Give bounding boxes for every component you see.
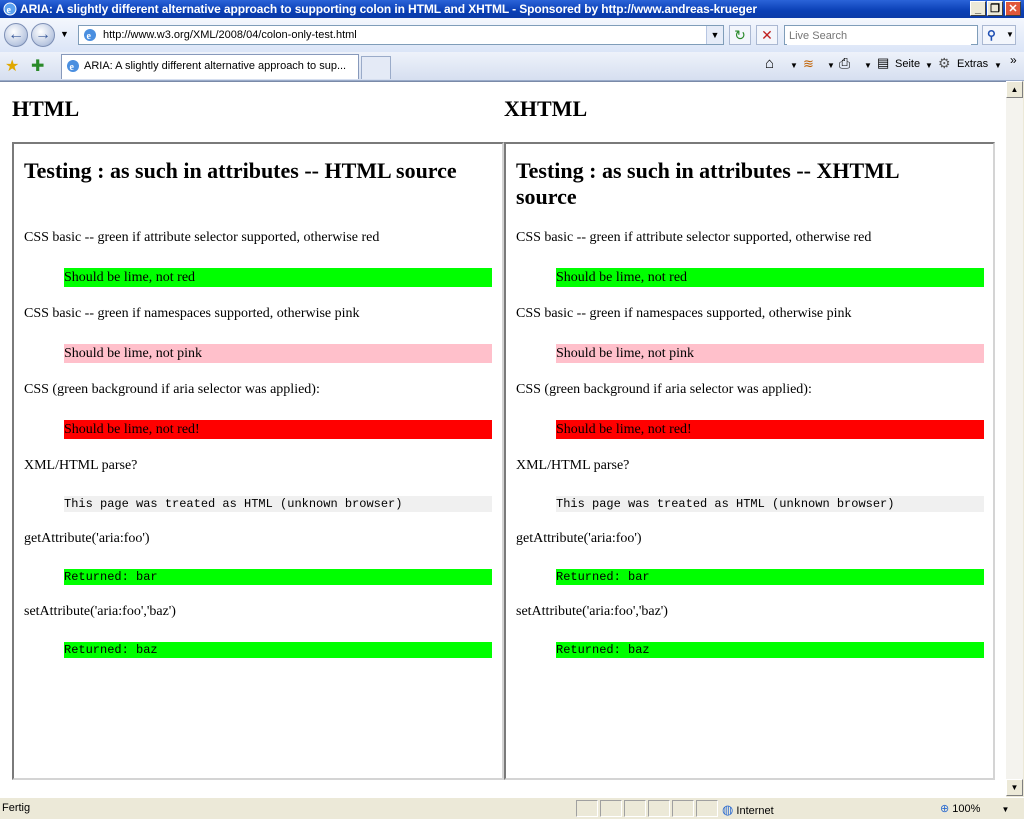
svg-text:e: e (7, 5, 12, 16)
test-result: Should be lime, not red! (64, 420, 492, 439)
test-label: CSS basic -- green if attribute selector… (24, 230, 380, 245)
favorites-star-icon[interactable]: ★ (5, 56, 19, 76)
test-label: XML/HTML parse? (24, 458, 138, 473)
stop-button[interactable]: ✕ (756, 25, 778, 45)
page-menu-dropdown-icon[interactable]: ▼ (925, 61, 933, 70)
page-menu-icon: ▤ (877, 55, 890, 70)
frame-title: Testing : as such in attributes -- HTML … (24, 158, 457, 183)
test-label: CSS (green background if aria selector w… (516, 382, 812, 397)
test-result: This page was treated as HTML (unknown b… (64, 496, 492, 512)
zoom-icon: ⊕ (940, 803, 950, 815)
navigation-bar: ← → ▼ e http://www.w3.org/XML/2008/04/co… (0, 18, 1024, 53)
test-result: Should be lime, not red (556, 268, 984, 287)
status-bar: Fertig ◍ Internet ⊕ 100% ▼ (0, 797, 1024, 819)
test-result: Returned: bar (556, 569, 984, 585)
test-result: Returned: baz (64, 642, 492, 658)
svg-text:e: e (70, 62, 75, 73)
tab-active[interactable]: e ARIA: A slightly different alternative… (61, 54, 359, 79)
url-text[interactable]: http://www.w3.org/XML/2008/04/colon-only… (103, 29, 357, 41)
test-label: CSS basic -- green if namespaces support… (24, 306, 360, 321)
frame-title: Testing : as such in attributes -- XHTML… (516, 158, 899, 209)
test-label: getAttribute('aria:foo') (24, 531, 150, 546)
status-panel (672, 800, 694, 817)
search-box[interactable] (784, 25, 978, 45)
window-titlebar: e ARIA: A slightly different alternative… (0, 0, 1024, 18)
tab-title: ARIA: A slightly different alternative a… (84, 60, 347, 72)
test-result: Should be lime, not pink (64, 344, 492, 363)
feeds-icon[interactable]: ≋ (803, 56, 814, 72)
tab-page-icon: e (67, 60, 79, 73)
status-panel (624, 800, 646, 817)
status-panel (696, 800, 718, 817)
status-panel (576, 800, 598, 817)
tools-menu-button[interactable]: Extras (957, 58, 988, 70)
test-result: Should be lime, not red! (556, 420, 984, 439)
xhtml-source-frame: Testing : as such in attributes -- XHTML… (504, 142, 995, 780)
test-label: CSS basic -- green if attribute selector… (516, 230, 872, 245)
test-label: XML/HTML parse? (516, 458, 630, 473)
tools-dropdown-icon[interactable]: ▼ (994, 61, 1002, 70)
address-dropdown-icon[interactable]: ▼ (706, 26, 723, 44)
print-dropdown-icon[interactable]: ▼ (864, 61, 872, 70)
zoom-level: 100% (952, 803, 981, 815)
forward-button[interactable]: → (31, 23, 55, 47)
close-window-button[interactable]: ✕ (1005, 1, 1021, 16)
security-zone[interactable]: ◍ Internet (722, 802, 774, 818)
refresh-button[interactable]: ↻ (729, 25, 751, 45)
test-label: getAttribute('aria:foo') (516, 531, 642, 546)
scroll-down-icon[interactable]: ▼ (1006, 779, 1023, 796)
history-dropdown-icon[interactable]: ▼ (60, 29, 69, 39)
test-label: setAttribute('aria:foo','baz') (24, 604, 176, 619)
scroll-up-icon[interactable]: ▲ (1006, 81, 1023, 98)
status-panel (648, 800, 670, 817)
html-heading: HTML (12, 96, 80, 121)
test-label: CSS basic -- green if namespaces support… (516, 306, 852, 321)
zone-label: Internet (736, 805, 774, 817)
restore-button[interactable]: ❐ (987, 1, 1003, 16)
search-dropdown-icon[interactable]: ▼ (1006, 26, 1014, 44)
test-result: Should be lime, not pink (556, 344, 984, 363)
test-result: Returned: bar (64, 569, 492, 585)
status-panel (600, 800, 622, 817)
search-button[interactable]: ⚲ ▼ (982, 25, 1016, 45)
zoom-dropdown-icon[interactable]: ▼ (1001, 805, 1009, 814)
more-commands-button[interactable]: » (1010, 53, 1017, 67)
search-input[interactable] (787, 27, 971, 45)
home-dropdown-icon[interactable]: ▼ (790, 61, 798, 70)
add-favorite-icon[interactable]: ✚ (31, 56, 44, 76)
gear-icon: ⚙ (938, 55, 951, 71)
window-title: ARIA: A slightly different alternative a… (20, 2, 757, 16)
test-result: Returned: baz (556, 642, 984, 658)
address-bar[interactable]: e http://www.w3.org/XML/2008/04/colon-on… (78, 25, 724, 45)
status-text: Fertig (2, 802, 31, 814)
minimize-button[interactable]: _ (970, 1, 986, 16)
back-button[interactable]: ← (4, 23, 28, 47)
home-icon[interactable]: ⌂ (765, 55, 774, 72)
print-icon[interactable]: ⎙ (839, 55, 850, 72)
vertical-scrollbar[interactable]: ▲ ▼ (1006, 81, 1023, 796)
xhtml-heading: XHTML (504, 96, 588, 121)
html-source-frame: Testing : as such in attributes -- HTML … (12, 142, 504, 780)
svg-text:e: e (87, 31, 92, 42)
test-label: CSS (green background if aria selector w… (24, 382, 320, 397)
test-result: This page was treated as HTML (unknown b… (556, 496, 984, 512)
zoom-control[interactable]: ⊕ 100% ▼ (940, 802, 1009, 815)
tab-bar: ★ ✚ e ARIA: A slightly different alterna… (0, 52, 1024, 81)
feeds-dropdown-icon[interactable]: ▼ (827, 61, 835, 70)
page-icon: e (84, 29, 96, 42)
internet-explorer-icon: e (3, 2, 17, 16)
test-result: Should be lime, not red (64, 268, 492, 287)
page-menu-button[interactable]: Seite (895, 58, 920, 70)
test-label: setAttribute('aria:foo','baz') (516, 604, 668, 619)
search-icon: ⚲ (987, 28, 996, 42)
page-viewport: HTML XHTML Testing : as such in attribut… (0, 81, 1006, 797)
new-tab-button[interactable] (361, 56, 391, 79)
globe-icon: ◍ (722, 802, 734, 817)
